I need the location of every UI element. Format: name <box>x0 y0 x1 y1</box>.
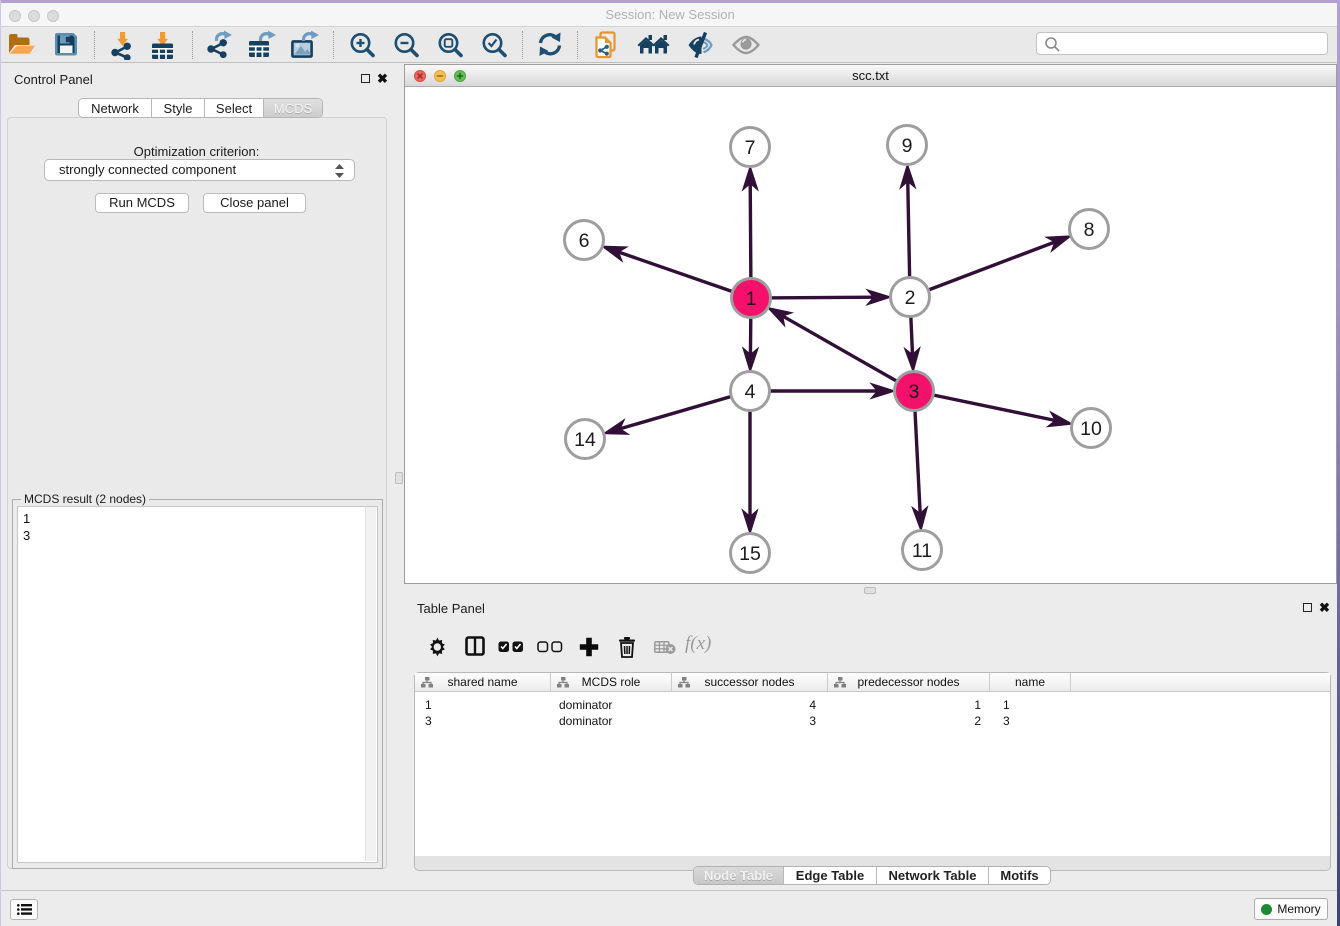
svg-text:7: 7 <box>745 137 756 159</box>
svg-text:4: 4 <box>745 381 756 403</box>
svg-text:11: 11 <box>912 540 932 562</box>
svg-text:8: 8 <box>1084 219 1095 241</box>
svg-text:3: 3 <box>909 381 920 403</box>
svg-text:6: 6 <box>579 230 590 252</box>
svg-text:14: 14 <box>574 429 596 451</box>
svg-text:15: 15 <box>739 543 761 565</box>
svg-text:1: 1 <box>746 288 757 310</box>
svg-text:2: 2 <box>905 287 916 309</box>
svg-text:10: 10 <box>1080 418 1102 440</box>
svg-text:9: 9 <box>902 135 913 157</box>
